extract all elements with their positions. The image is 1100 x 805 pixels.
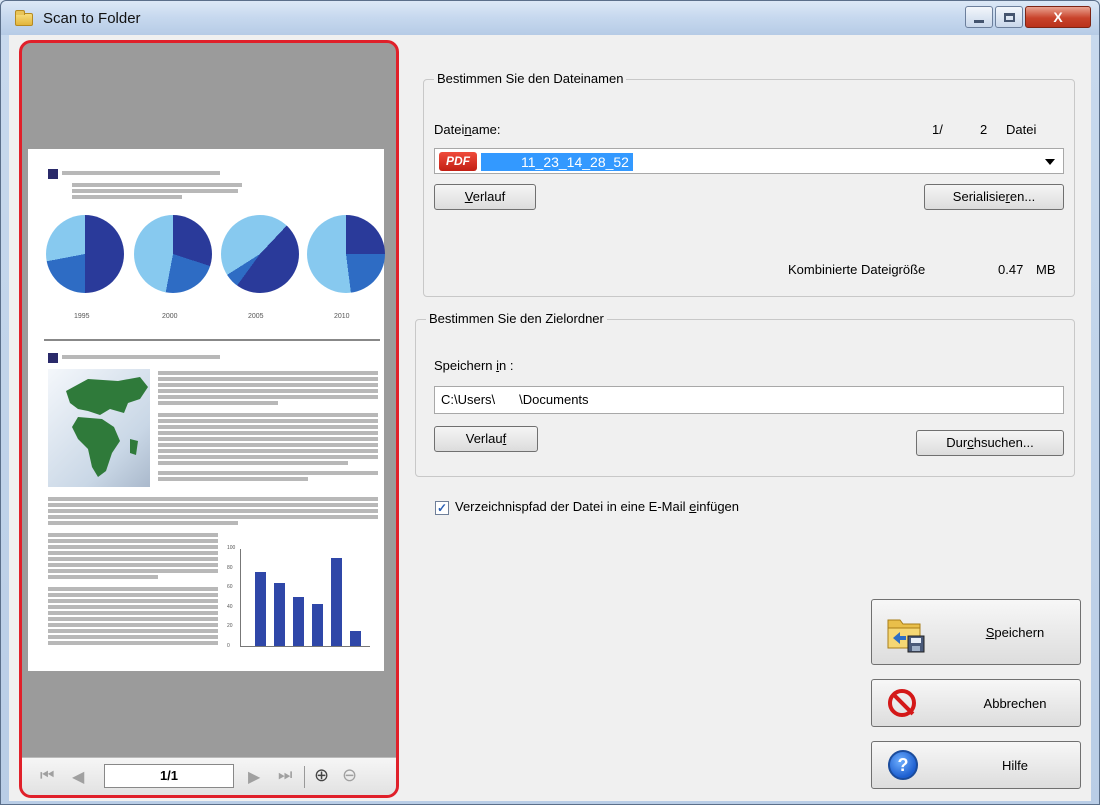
- combined-size-label: Kombinierte Dateigröße: [788, 262, 926, 277]
- group-title: Bestimmen Sie den Dateinamen: [434, 71, 627, 86]
- serialize-button[interactable]: Serialisieren...: [924, 184, 1064, 210]
- chart-bar: [331, 558, 342, 646]
- scanned-page-thumbnail: 1995 2000 2005 2010 100 80 60 40 20 0: [28, 149, 385, 671]
- chart-axis-label: 0: [227, 643, 230, 649]
- combined-size-unit: MB: [1036, 262, 1056, 277]
- pie-chart-2005: [221, 215, 299, 293]
- target-folder-group: Bestimmen Sie den Zielordner Speichern i…: [415, 311, 1075, 477]
- help-button[interactable]: ? Hilfe: [871, 741, 1081, 789]
- file-unit: Datei: [1006, 122, 1037, 137]
- file-index: 1/: [932, 122, 943, 137]
- chevron-down-icon[interactable]: [1045, 159, 1055, 165]
- window-title: Scan to Folder: [43, 10, 141, 27]
- heading-bullet: [48, 353, 58, 363]
- previous-page-icon[interactable]: ◀: [72, 767, 84, 787]
- filename-value[interactable]: 11_23_14_28_52: [481, 153, 633, 171]
- chart-bar: [350, 631, 361, 646]
- next-page-icon[interactable]: ▶: [248, 767, 260, 787]
- filename-history-button[interactable]: Verlauf: [434, 184, 536, 210]
- filename-combobox[interactable]: PDF 11_23_14_28_52: [434, 148, 1064, 174]
- world-map-image: [48, 369, 150, 487]
- help-icon: ?: [888, 750, 918, 780]
- chart-bar: [255, 572, 266, 646]
- close-icon: X: [1053, 9, 1063, 25]
- save-folder-icon: [886, 612, 926, 654]
- dialog-body: 1995 2000 2005 2010 100 80 60 40 20 0 ⏮ …: [9, 35, 1091, 801]
- filename-group: Bestimmen Sie den Dateinamen Dateiname: …: [423, 71, 1075, 297]
- chart-bar: [293, 597, 304, 646]
- zoom-out-icon[interactable]: ⊖: [342, 765, 357, 786]
- chart-axis-label: 100: [227, 545, 236, 551]
- first-page-icon[interactable]: ⏮: [40, 767, 54, 785]
- map-icon: [66, 377, 148, 477]
- combined-size-value: 0.47: [998, 262, 1024, 277]
- folder-icon: [15, 10, 33, 26]
- chart-axis-label: 80: [227, 564, 233, 571]
- page-indicator[interactable]: 1/1: [104, 764, 234, 788]
- chart-axis-label: 20: [227, 623, 233, 630]
- pie-chart-1995: [46, 215, 124, 293]
- save-button[interactable]: Speichern: [871, 599, 1081, 665]
- chart-axis-label: 60: [227, 584, 233, 591]
- preview-navigation-bar: ⏮ ◀ 1/1 ▶ ⏭ ⊕ ⊖: [22, 757, 396, 795]
- chart-bar: [312, 604, 323, 646]
- title-bar[interactable]: Scan to Folder X: [1, 1, 1099, 35]
- cancel-icon: [888, 689, 916, 717]
- close-button[interactable]: X: [1025, 6, 1091, 28]
- folder-history-button[interactable]: Verlauf: [434, 426, 538, 452]
- page-divider: [44, 339, 380, 341]
- pie-year-label: 2000: [162, 313, 178, 320]
- heading-bullet: [48, 169, 58, 179]
- help-label: Hilfe: [1001, 758, 1028, 773]
- group-title: Bestimmen Sie den Zielordner: [426, 311, 607, 326]
- minimize-icon: [974, 19, 984, 23]
- folder-path-field[interactable]: C:\Users\ \Documents: [434, 386, 1064, 414]
- cancel-button[interactable]: Abbrechen: [871, 679, 1081, 727]
- browse-button[interactable]: Durchsuchen...: [916, 430, 1064, 456]
- pie-chart-2000: [134, 215, 212, 293]
- chart-axis-label: 40: [227, 603, 233, 610]
- pie-year-label: 2005: [248, 313, 264, 320]
- pie-year-label: 2010: [334, 313, 350, 320]
- file-total: 2: [980, 122, 988, 137]
- minimize-button[interactable]: [965, 6, 993, 28]
- bar-chart-image: 100 80 60 40 20 0: [227, 545, 370, 649]
- pie-chart-2010: [307, 215, 385, 293]
- save-in-label: Speichern in :: [434, 358, 514, 373]
- maximize-button[interactable]: [995, 6, 1023, 28]
- email-path-checkbox[interactable]: ✓: [435, 501, 449, 515]
- pie-year-label: 1995: [74, 313, 90, 320]
- last-page-icon[interactable]: ⏭: [278, 767, 292, 785]
- zoom-in-icon[interactable]: ⊕: [314, 765, 329, 786]
- maximize-icon: [1003, 12, 1015, 22]
- pdf-file-icon: PDF: [439, 152, 477, 171]
- filename-label: Dateiname:: [434, 122, 501, 137]
- cancel-label: Abbrechen: [983, 696, 1047, 711]
- email-path-label[interactable]: Verzeichnispfad der Datei in eine E-Mail…: [455, 499, 739, 514]
- chart-bar: [274, 583, 285, 646]
- scan-preview-pane[interactable]: 1995 2000 2005 2010 100 80 60 40 20 0 ⏮ …: [19, 40, 399, 798]
- scan-to-folder-window: Scan to Folder X 1995 2000 2005 2010 100…: [0, 0, 1100, 805]
- save-label: Speichern: [985, 625, 1045, 640]
